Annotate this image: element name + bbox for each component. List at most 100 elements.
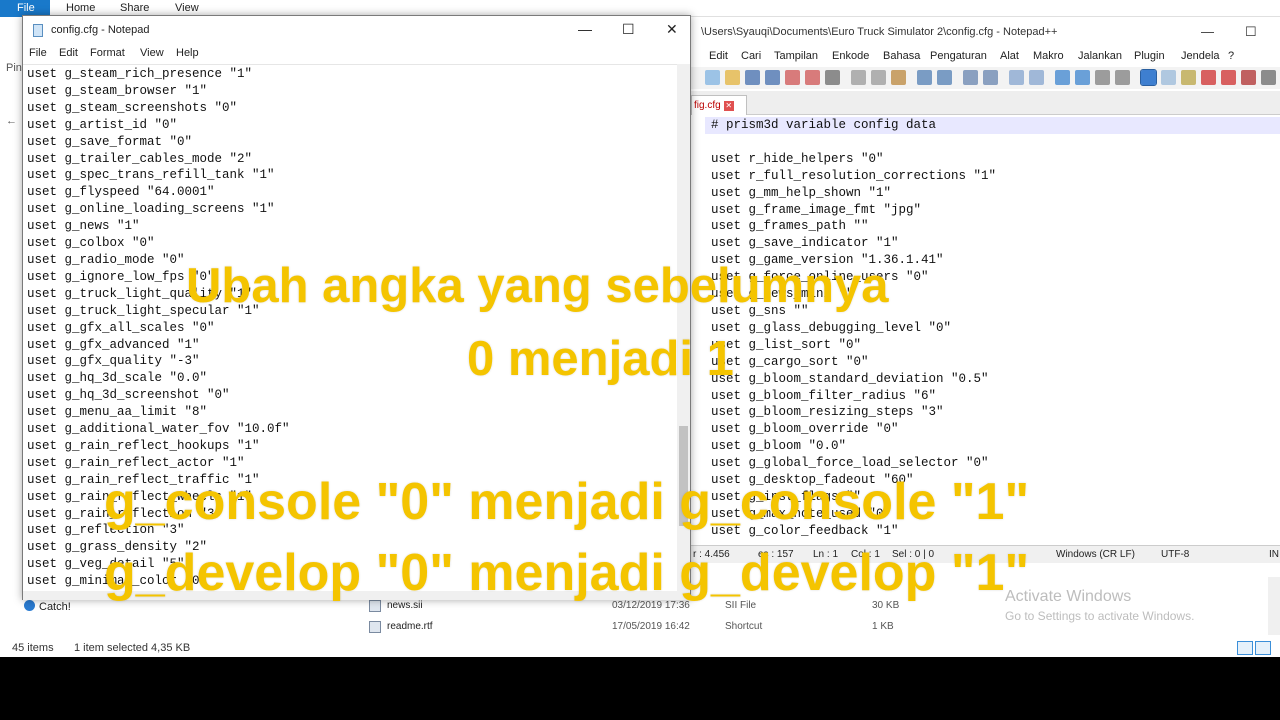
menu-help[interactable]: Help [176,47,199,59]
indent-guide-icon[interactable] [1140,69,1157,86]
code-line: uset g_glass_debugging_level "0" [711,320,952,335]
menu-format[interactable]: Format [90,47,125,59]
file-row[interactable]: readme.rtf 17/05/2019 16:42 Shortcut 1 K… [335,619,915,637]
udl-icon[interactable] [1161,70,1176,85]
catch-icon [24,600,35,611]
tab-config-cfg[interactable]: fig.cfg ✕ [691,95,747,115]
menu-view[interactable]: View [140,47,164,59]
ribbon-tab-home[interactable]: Home [66,2,95,14]
npp-tab-bar: fig.cfg ✕ [691,91,1280,115]
npp-insert-mode: IN [1269,549,1279,560]
code-line: uset g_global_force_load_selector "0" [711,456,989,471]
selection-info: 1 item selected 4,35 KB [74,642,191,654]
menu-file[interactable]: File [29,47,47,59]
close-all-icon[interactable] [805,70,820,85]
activate-subtitle: Go to Settings to activate Windows. [1005,609,1195,623]
code-line: uset g_gfx_advanced "1" [27,337,200,352]
show-all-chars-icon[interactable] [1115,70,1130,85]
open-file-icon[interactable] [725,70,740,85]
new-file-icon[interactable] [705,70,720,85]
code-line: uset g_news "1" [27,219,140,234]
monitor-icon[interactable] [1261,70,1276,85]
close-button[interactable]: ✕ [666,21,678,38]
file-icon [369,621,381,633]
redo-icon[interactable] [937,70,952,85]
npp-menu-alat[interactable]: Alat [1000,50,1019,62]
tiles-view-icon[interactable] [1255,641,1271,655]
npp-encoding: UTF-8 [1161,549,1190,560]
minimize-button[interactable]: — [578,21,592,37]
code-line: uset g_bloom_override "0" [711,422,899,437]
zoom-out-icon[interactable] [1029,70,1044,85]
sync-scroll-icon[interactable] [1055,70,1070,85]
item-count: 45 items [12,642,54,654]
save-icon[interactable] [745,70,760,85]
caption-line-3: g_console "0" menjadi g_console "1" [104,473,1030,531]
code-line: uset g_save_format "0" [27,134,193,149]
find-icon[interactable] [963,70,978,85]
npp-title: \Users\Syauqi\Documents\Euro Truck Simul… [701,26,1058,38]
code-line: uset g_online_loading_screens "1" [27,202,275,217]
npp-maximize-icon[interactable]: ☐ [1245,24,1257,40]
word-wrap-icon[interactable] [1095,70,1110,85]
npp-menu-bar: Edit Cari Tampilan Enkode Bahasa Pengatu… [691,47,1280,67]
notepad-menu-bar: File Edit Format View Help [23,45,690,64]
undo-icon[interactable] [917,70,932,85]
npp-menu-bahasa[interactable]: Bahasa [883,50,920,62]
ribbon-tab-view[interactable]: View [175,2,199,14]
npp-menu-plugin[interactable]: Plugin [1134,50,1165,62]
npp-menu-pengaturan[interactable]: Pengaturan [930,50,987,62]
code-line: uset g_steam_screenshots "0" [27,100,238,115]
code-line: uset r_full_resolution_corrections "1" [711,168,997,183]
activate-windows-watermark: Activate Windows Go to Settings to activ… [1005,588,1194,623]
npp-menu-tampilan[interactable]: Tampilan [774,50,818,62]
menu-edit[interactable]: Edit [59,47,78,59]
code-line: uset g_hq_3d_scale "0.0" [27,371,208,386]
code-line: uset g_bloom_standard_deviation "0.5" [711,371,989,386]
npp-menu-makro[interactable]: Makro [1033,50,1064,62]
code-line: uset g_menu_aa_limit "8" [27,405,208,420]
notepad-icon [33,24,43,37]
copy-icon[interactable] [871,70,886,85]
npp-menu-enkode[interactable]: Enkode [832,50,869,62]
tab-close-icon[interactable]: ✕ [723,101,734,111]
ribbon-tab-share[interactable]: Share [120,2,149,14]
code-line: uset g_gfx_all_scales "0" [27,320,215,335]
zoom-in-icon[interactable] [1009,70,1024,85]
close-file-icon[interactable] [785,70,800,85]
function-list-icon[interactable] [1201,70,1216,85]
code-line: uset g_additional_water_fov "10.0f" [27,422,290,437]
replace-icon[interactable] [983,70,998,85]
doc-map-icon[interactable] [1181,70,1196,85]
code-line: uset r_hide_helpers "0" [711,151,884,166]
code-line: uset g_save_indicator "1" [711,236,899,251]
code-line: uset g_steam_rich_presence "1" [27,67,253,81]
caption-line-2: 0 menjadi 1 [467,332,734,386]
npp-minimize-icon[interactable]: — [1201,24,1214,39]
code-line: uset g_gfx_quality "-3" [27,354,200,369]
npp-toolbar [691,67,1280,89]
pin-label: Pin [6,62,22,74]
cut-icon[interactable] [851,70,866,85]
npp-menu-jendela[interactable]: Jendela [1181,50,1220,62]
notepad-title-bar: config.cfg - Notepad — ☐ ✕ [23,16,690,45]
npp-menu-cari[interactable]: Cari [741,50,761,62]
details-view-icon[interactable] [1237,641,1253,655]
npp-menu-help[interactable]: ? [1228,50,1234,62]
code-line: uset g_bloom_resizing_steps "3" [711,405,944,420]
record-macro-icon[interactable] [1241,70,1256,85]
code-line: uset g_rain_reflect_actor "1" [27,455,245,470]
paste-icon[interactable] [891,70,906,85]
npp-menu-jalankan[interactable]: Jalankan [1078,50,1122,62]
back-icon[interactable]: ← [6,115,17,127]
code-line: uset g_flyspeed "64.0001" [27,185,215,200]
folder-workspace-icon[interactable] [1221,70,1236,85]
nav-item-catch[interactable]: Catch! [24,600,71,613]
npp-menu-edit[interactable]: Edit [709,50,728,62]
maximize-button[interactable]: ☐ [622,21,635,38]
save-all-icon[interactable] [765,70,780,85]
print-icon[interactable] [825,70,840,85]
caption-line-4: g_develop "0" menjadi g_develop "1" [104,544,1030,602]
sync-h-scroll-icon[interactable] [1075,70,1090,85]
